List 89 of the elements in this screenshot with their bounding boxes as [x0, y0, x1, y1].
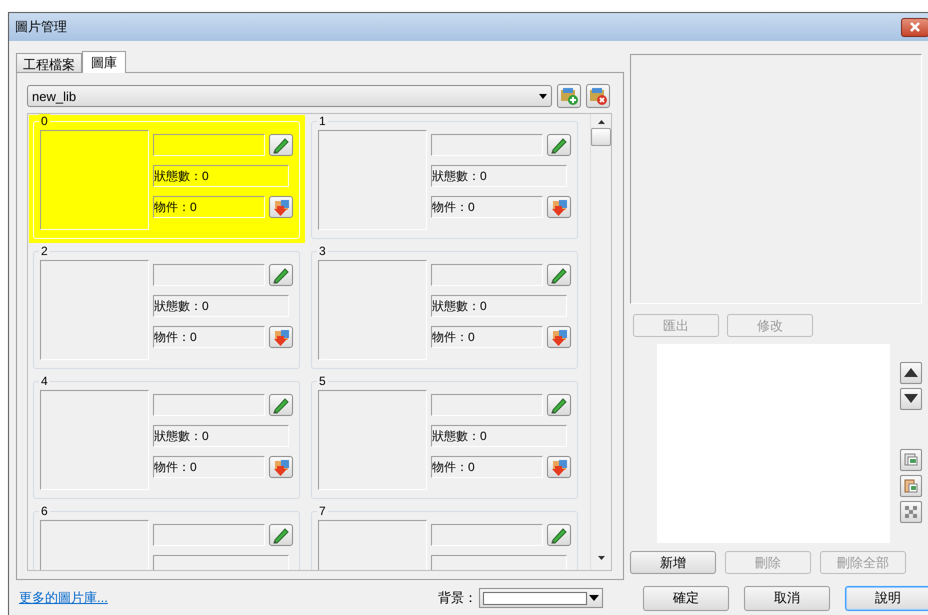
caret-icon: [539, 94, 547, 98]
name-field[interactable]: [153, 134, 265, 156]
export-button[interactable]: [269, 326, 293, 348]
pencil-icon: [272, 266, 290, 284]
pencil-icon: [550, 136, 568, 154]
tile-number: 5: [317, 374, 328, 388]
pencil-icon: [272, 136, 290, 154]
export-button[interactable]: [547, 326, 571, 348]
state-count: 狀態數：0: [431, 295, 567, 317]
name-field[interactable]: [431, 134, 543, 156]
pencil-icon: [272, 526, 290, 544]
edit-button[interactable]: [547, 264, 571, 286]
window-title: 圖片管理: [15, 18, 67, 36]
background-label: 背景：: [438, 589, 477, 607]
dropdown-value: new_lib: [32, 88, 76, 104]
export-button[interactable]: [269, 196, 293, 218]
scroll-down-icon: [598, 556, 604, 560]
tile-number: 0: [39, 114, 50, 128]
checkerboard-icon: [903, 504, 919, 520]
paste-button[interactable]: [900, 475, 922, 497]
edit-button[interactable]: [547, 134, 571, 156]
arrow-down-icon: [272, 198, 290, 216]
folder-plus-icon: [559, 86, 579, 106]
arrow-down-icon: [550, 458, 568, 476]
arrow-down-icon: [272, 328, 290, 346]
tile-number: 4: [39, 374, 50, 388]
object-count: 物件：0: [153, 196, 265, 218]
pencil-icon: [550, 396, 568, 414]
tile-number: 1: [317, 114, 328, 128]
name-field[interactable]: [153, 264, 265, 286]
object-count: 物件：0: [431, 456, 543, 478]
arrow-down-icon: [272, 458, 290, 476]
object-count: 物件：0: [153, 456, 265, 478]
object-count: 物件：0: [431, 196, 543, 218]
scroll-up-icon: [598, 120, 604, 124]
edit-button[interactable]: [547, 394, 571, 416]
image-tile[interactable]: 0 狀態數：0 物件：0: [29, 115, 305, 243]
button[interactable]: 新增: [630, 551, 716, 574]
name-field[interactable]: [431, 264, 543, 286]
caret-icon: [588, 595, 599, 601]
folder-delete-icon: [588, 86, 608, 106]
scroll-thumb[interactable]: [591, 128, 611, 146]
state-count: 狀態數：0: [431, 425, 567, 447]
edit-button[interactable]: [269, 264, 293, 286]
edit-button[interactable]: [269, 524, 293, 546]
pencil-icon: [272, 396, 290, 414]
picture-stack-icon: [903, 452, 919, 468]
tile-number: 3: [317, 244, 328, 258]
tab[interactable]: 圖庫: [82, 51, 126, 73]
export-button[interactable]: [547, 196, 571, 218]
transparency-button[interactable]: [900, 501, 922, 523]
name-field[interactable]: [431, 394, 543, 416]
tile-number: 2: [39, 244, 50, 258]
state-count: 狀態數：0: [153, 165, 289, 187]
name-field[interactable]: [153, 524, 265, 546]
button[interactable]: 說明: [844, 586, 928, 610]
arrow-down-icon: [550, 328, 568, 346]
scrollbar[interactable]: [590, 114, 611, 570]
tab[interactable]: 工程檔案: [16, 53, 82, 72]
remove-library-button[interactable]: [586, 84, 610, 108]
edit-button[interactable]: [269, 394, 293, 416]
object-count: 物件：0: [431, 326, 543, 348]
export-button[interactable]: [547, 456, 571, 478]
edit-button[interactable]: [547, 524, 571, 546]
copy-button[interactable]: [900, 449, 922, 471]
button[interactable]: 取消: [744, 586, 830, 610]
tile-number: 7: [317, 504, 328, 518]
name-field[interactable]: [153, 394, 265, 416]
more-libraries-link[interactable]: 更多的圖片庫...: [19, 589, 108, 607]
move-down-button[interactable]: [900, 388, 922, 410]
button[interactable]: 確定: [642, 586, 729, 610]
color-dropdown[interactable]: [478, 588, 603, 608]
object-count: 物件：0: [153, 326, 265, 348]
close-icon: [909, 22, 921, 32]
pencil-icon: [550, 266, 568, 284]
tile-number: 6: [39, 504, 50, 518]
library-dropdown[interactable]: new_lib: [27, 85, 552, 107]
state-count: 狀態數：0: [153, 425, 289, 447]
add-library-button[interactable]: [557, 84, 581, 108]
edit-button[interactable]: [269, 134, 293, 156]
clipboard-icon: [903, 478, 919, 494]
arrow-down-icon: [550, 198, 568, 216]
state-count: 狀態數：0: [431, 165, 567, 187]
state-count: 狀態數：0: [153, 295, 289, 317]
close-button[interactable]: [901, 18, 928, 36]
name-field[interactable]: [431, 524, 543, 546]
pencil-icon: [550, 526, 568, 544]
move-up-button[interactable]: [900, 362, 922, 384]
export-button[interactable]: [269, 456, 293, 478]
